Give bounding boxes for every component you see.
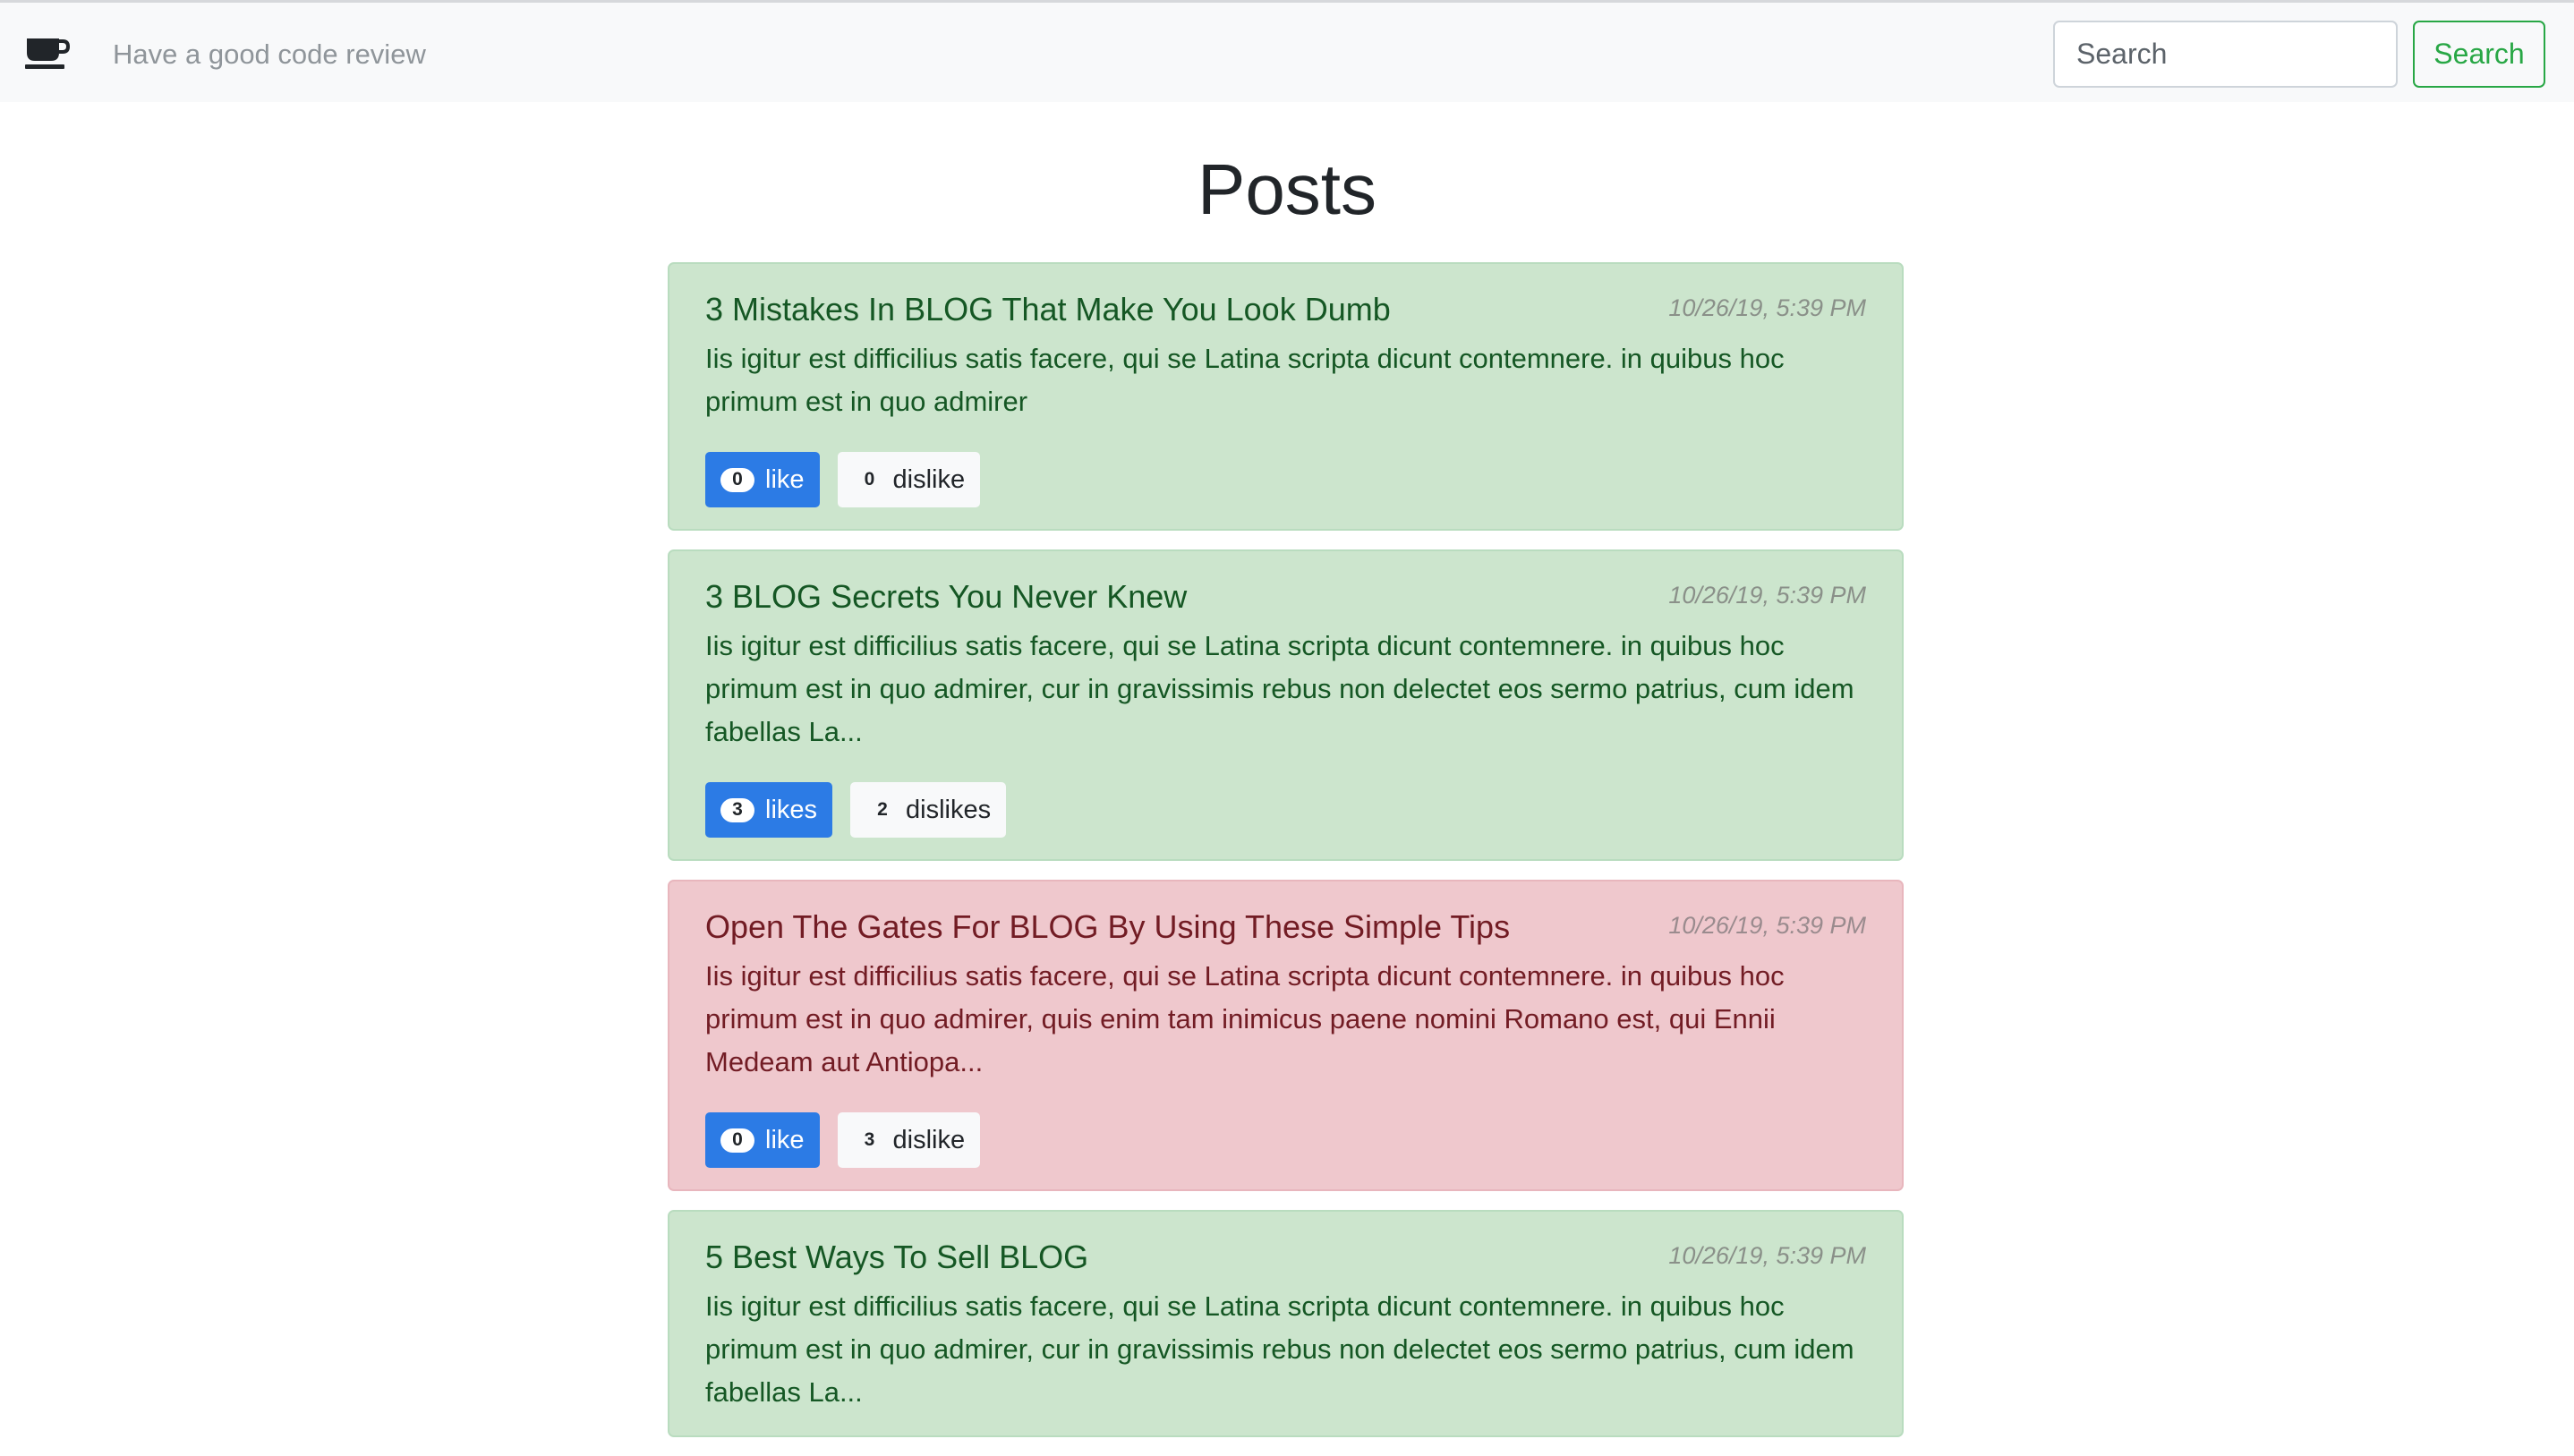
post-card: Open The Gates For BLOG By Using These S… [668,880,1904,1191]
post-date: 10/26/19, 5:39 PM [1668,912,1866,939]
like-label: like [765,464,805,494]
like-button[interactable]: 0 like [705,1112,820,1168]
page-title: Posts [1197,149,1377,229]
post-actions: 0 like 0 dislike [705,452,1866,507]
search-input[interactable] [2053,21,2398,88]
coffee-cup-icon[interactable] [25,37,70,71]
like-count-badge: 3 [720,797,754,822]
dislike-button[interactable]: 3 dislike [837,1112,981,1168]
post-actions: 3 likes 2 dislikes [705,782,1866,838]
dislike-count-badge: 0 [864,469,875,490]
search-button[interactable]: Search [2413,21,2545,88]
post-list: 3 Mistakes In BLOG That Make You Look Du… [668,262,1904,1456]
post-body: Iis igitur est difficilius satis facere,… [705,960,1785,1077]
like-count-badge: 0 [720,467,754,492]
like-button[interactable]: 3 likes [705,782,833,838]
post-date: 10/26/19, 5:39 PM [1668,582,1866,609]
post-date: 10/26/19, 5:39 PM [1668,294,1866,321]
dislike-label: dislikes [906,795,992,824]
like-count-badge: 0 [720,1128,754,1153]
like-label: like [765,1125,805,1154]
post-card: 3 BLOG Secrets You Never Knew 10/26/19, … [668,549,1904,861]
post-body: Iis igitur est difficilius satis facere,… [705,1290,1854,1408]
post-date: 10/26/19, 5:39 PM [1668,1242,1866,1269]
navbar-tagline[interactable]: Have a good code review [113,37,426,72]
top-navbar: Have a good code review Search [0,0,2574,102]
like-label: likes [765,795,818,824]
like-button[interactable]: 0 like [705,452,820,507]
post-card: 3 Mistakes In BLOG That Make You Look Du… [668,262,1904,531]
post-body: Iis igitur est difficilius satis facere,… [705,343,1785,417]
post-body: Iis igitur est difficilius satis facere,… [705,630,1854,747]
dislike-count-badge: 2 [877,799,888,820]
post-actions: 0 like 3 dislike [705,1112,1866,1168]
dislike-button[interactable]: 2 dislikes [850,782,1007,838]
dislike-label: dislike [892,1125,966,1154]
dislike-label: dislike [892,464,966,494]
dislike-count-badge: 3 [864,1129,875,1150]
post-card: 5 Best Ways To Sell BLOG 10/26/19, 5:39 … [668,1210,1904,1437]
dislike-button[interactable]: 0 dislike [837,452,981,507]
